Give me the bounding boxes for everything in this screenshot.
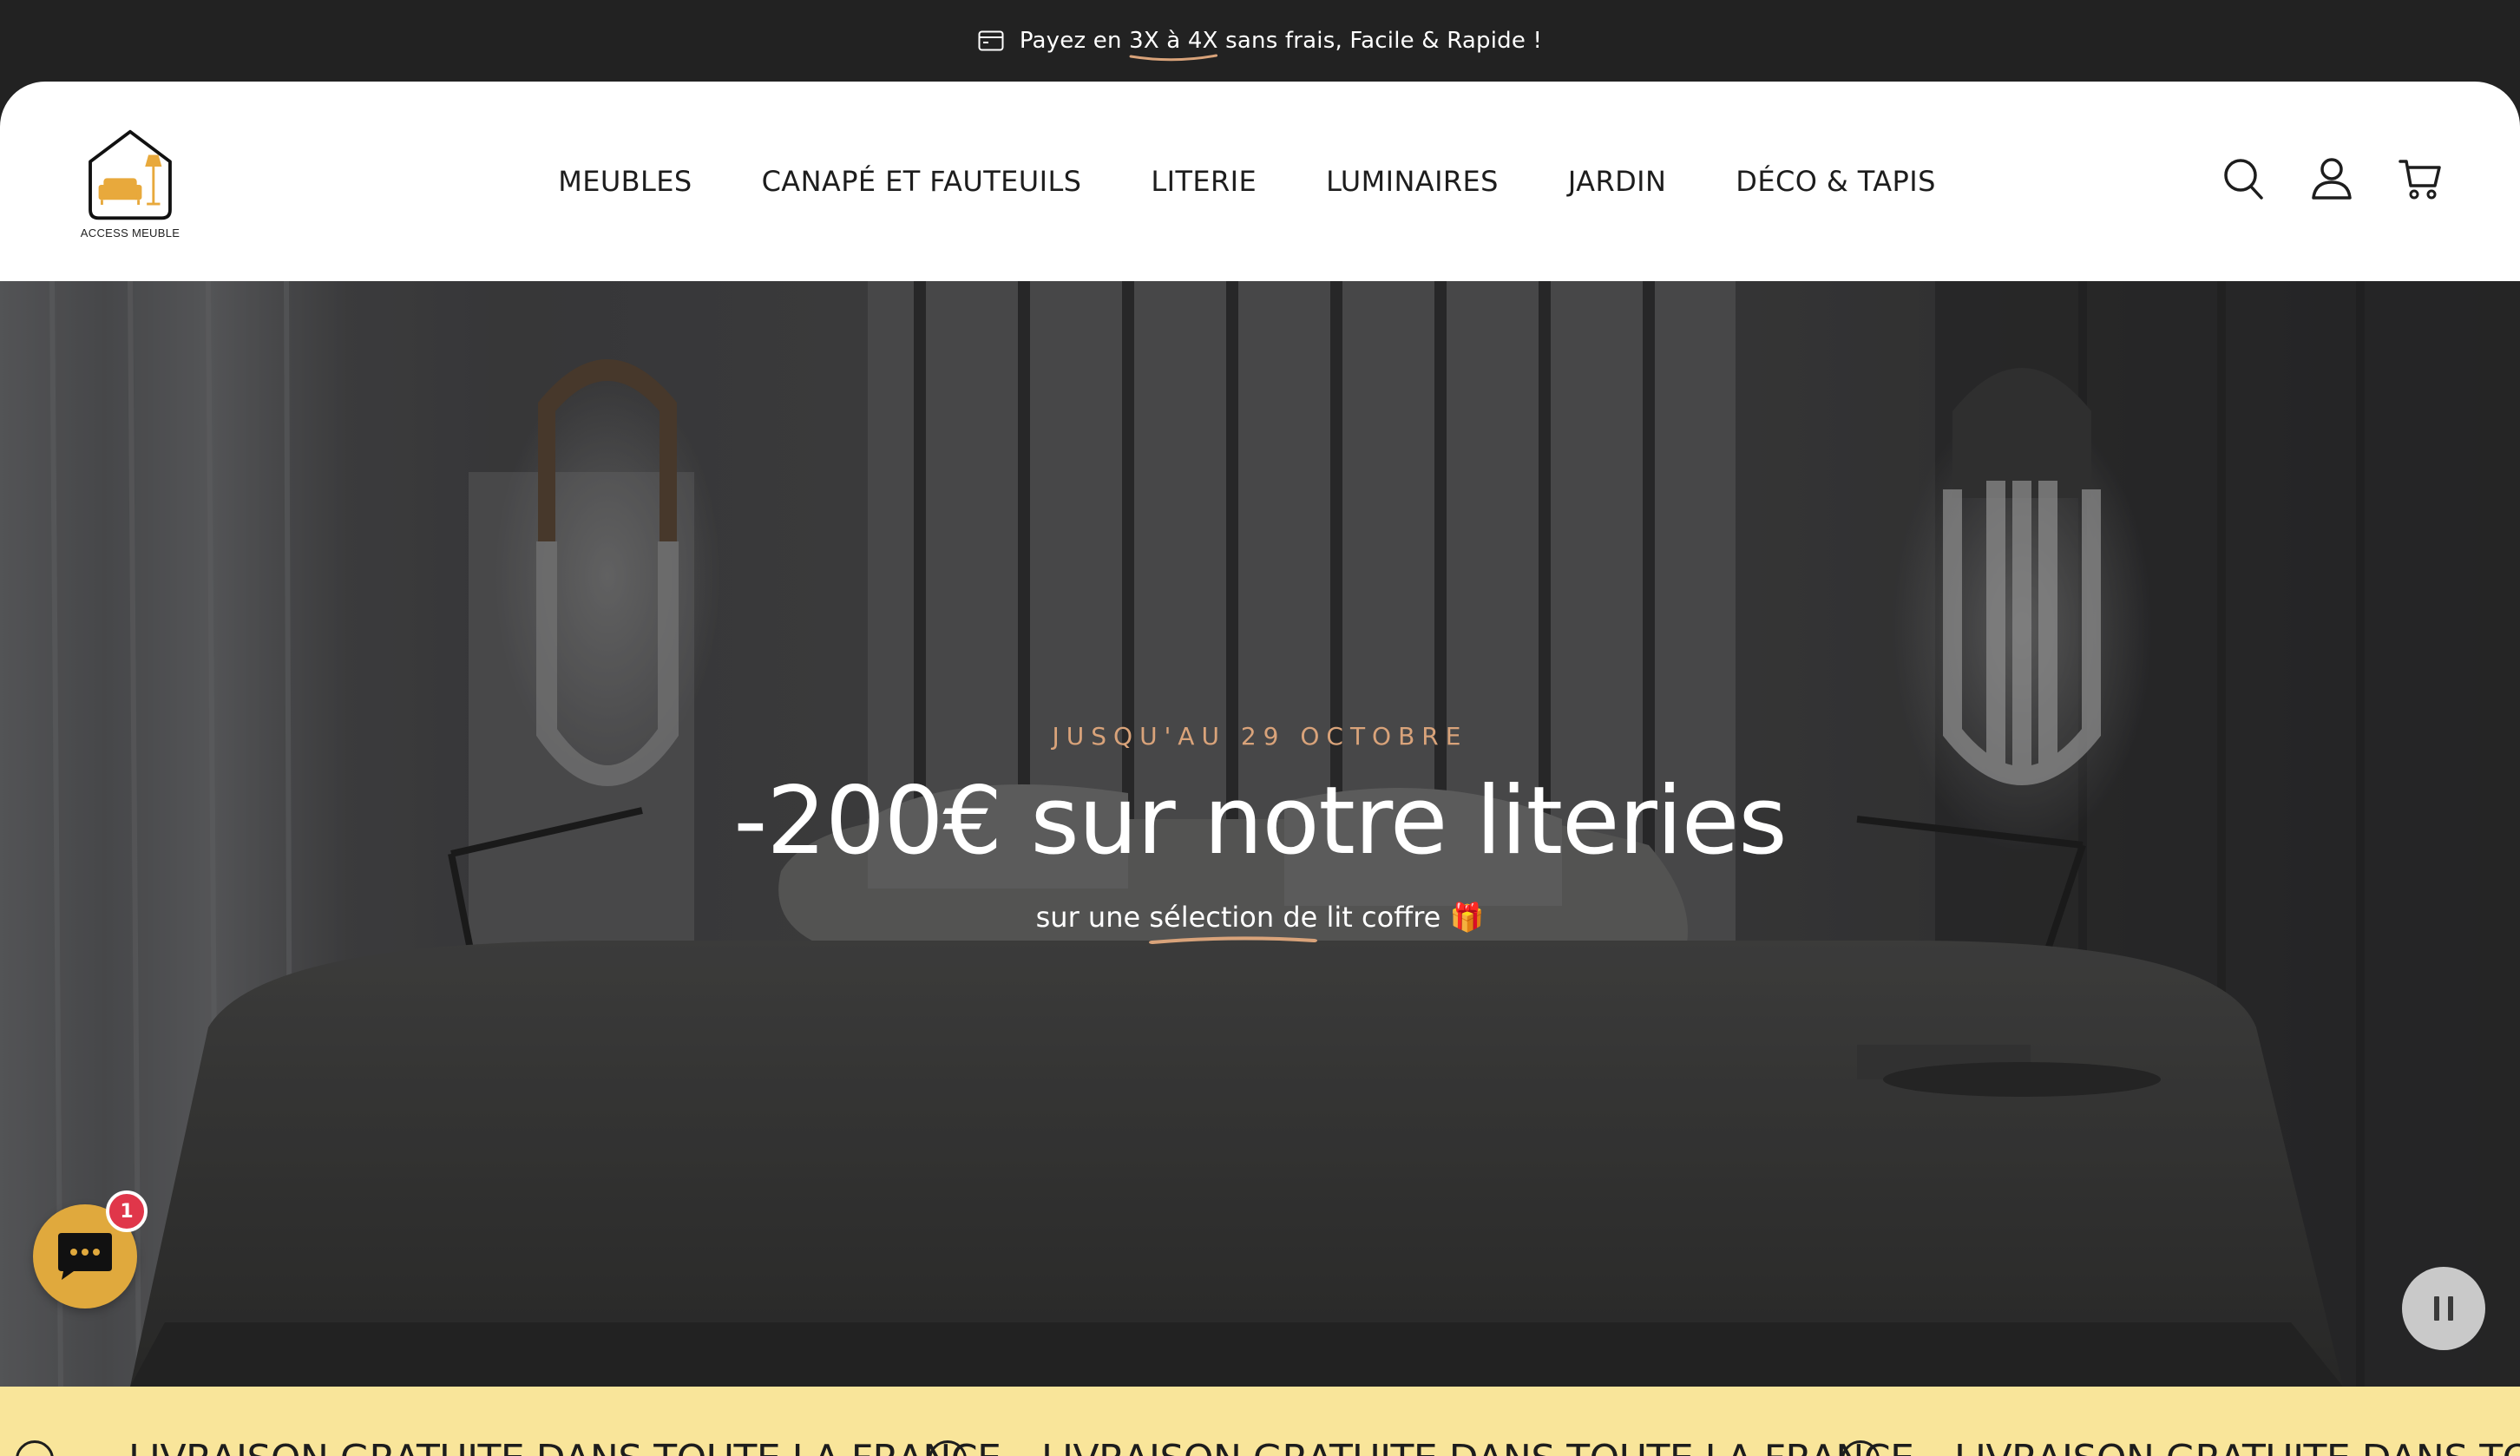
- announcement-suffix: sans frais, Facile & Rapide !: [1217, 28, 1543, 54]
- nav-item-jardin[interactable]: JARDIN: [1568, 165, 1666, 198]
- hero-subline-after: lit coffre 🎁: [1317, 901, 1485, 934]
- cart-icon[interactable]: [2399, 156, 2442, 201]
- logo-text: ACCESS MEUBLE: [80, 226, 180, 239]
- hero-subline-highlight: sélection de: [1149, 901, 1318, 944]
- announcement-bar: Payez en 3X à 4X sans frais, Facile & Ra…: [0, 0, 2520, 82]
- nav-item-meubles[interactable]: MEUBLES: [558, 165, 692, 198]
- hero-subline-before: sur une: [1035, 901, 1150, 934]
- pause-icon-bar: [2448, 1296, 2453, 1321]
- announcement-text: Payez en 3X à 4X sans frais, Facile & Ra…: [1019, 28, 1543, 62]
- underline-swash-icon: [1149, 936, 1318, 944]
- hero-headline: -200€ sur notre literies: [733, 767, 1787, 876]
- circle-icon: [929, 1440, 967, 1456]
- credit-card-icon: [978, 30, 1004, 51]
- marquee-item: LIVRAISON GRATUITE DANS TOUTE LA FRANCE: [16, 1437, 1001, 1456]
- hero-subline-highlight-text: sélection de: [1149, 901, 1318, 934]
- marquee-item: LIVRAISON GRATUITE DANS TOUTE LA FRANCE: [929, 1437, 1914, 1456]
- house-sofa-logo-icon: [89, 129, 172, 220]
- nav-item-deco-tapis[interactable]: DÉCO & TAPIS: [1736, 165, 1936, 198]
- nav-item-canape-fauteuils[interactable]: CANAPÉ ET FAUTEUILS: [762, 165, 1082, 198]
- site-header: ACCESS MEUBLE MEUBLES CANAPÉ ET FAUTEUIL…: [0, 82, 2520, 281]
- announcement-highlight[interactable]: 3X à 4X: [1129, 28, 1218, 62]
- shipping-marquee: LIVRAISON GRATUITE DANS TOUTE LA FRANCE …: [0, 1387, 2520, 1456]
- circle-icon: [16, 1440, 54, 1456]
- announcement-prefix: Payez en: [1019, 28, 1130, 54]
- marquee-text: LIVRAISON GRATUITE DANS TOUTE LA FRANCE: [128, 1437, 1001, 1456]
- header-actions: [2221, 156, 2442, 201]
- main-navigation: MEUBLES CANAPÉ ET FAUTEUILS LITERIE LUMI…: [0, 82, 2520, 281]
- chat-notification-badge: 1: [106, 1190, 148, 1232]
- circle-icon: [1841, 1440, 1880, 1456]
- marquee-text: LIVRAISON GRATUITE DANS TOUTE LA FRANCE: [1954, 1437, 2520, 1456]
- hero-content: JUSQU'AU 29 OCTOBRE -200€ sur notre lite…: [0, 281, 2520, 1387]
- search-icon[interactable]: [2221, 156, 2265, 201]
- hero-subline: sur une sélection de lit coffre 🎁: [0, 901, 2520, 944]
- underline-swash-icon: [1129, 54, 1218, 62]
- slideshow-pause-button[interactable]: [2402, 1267, 2485, 1350]
- marquee-item: LIVRAISON GRATUITE DANS TOUTE LA FRANCE: [1841, 1437, 2520, 1456]
- marquee-text: LIVRAISON GRATUITE DANS TOUTE LA FRANCE: [1041, 1437, 1914, 1456]
- account-icon[interactable]: [2310, 156, 2353, 201]
- logo-link[interactable]: ACCESS MEUBLE: [78, 127, 182, 239]
- nav-item-luminaires[interactable]: LUMINAIRES: [1326, 165, 1499, 198]
- hero-banner[interactable]: JUSQU'AU 29 OCTOBRE -200€ sur notre lite…: [0, 281, 2520, 1387]
- pause-icon: [2434, 1296, 2439, 1321]
- nav-item-literie[interactable]: LITERIE: [1151, 165, 1257, 198]
- chat-bubble-icon: [58, 1233, 112, 1280]
- hero-eyebrow: JUSQU'AU 29 OCTOBRE: [1052, 722, 1468, 751]
- announcement-highlight-text: 3X à 4X: [1129, 28, 1218, 54]
